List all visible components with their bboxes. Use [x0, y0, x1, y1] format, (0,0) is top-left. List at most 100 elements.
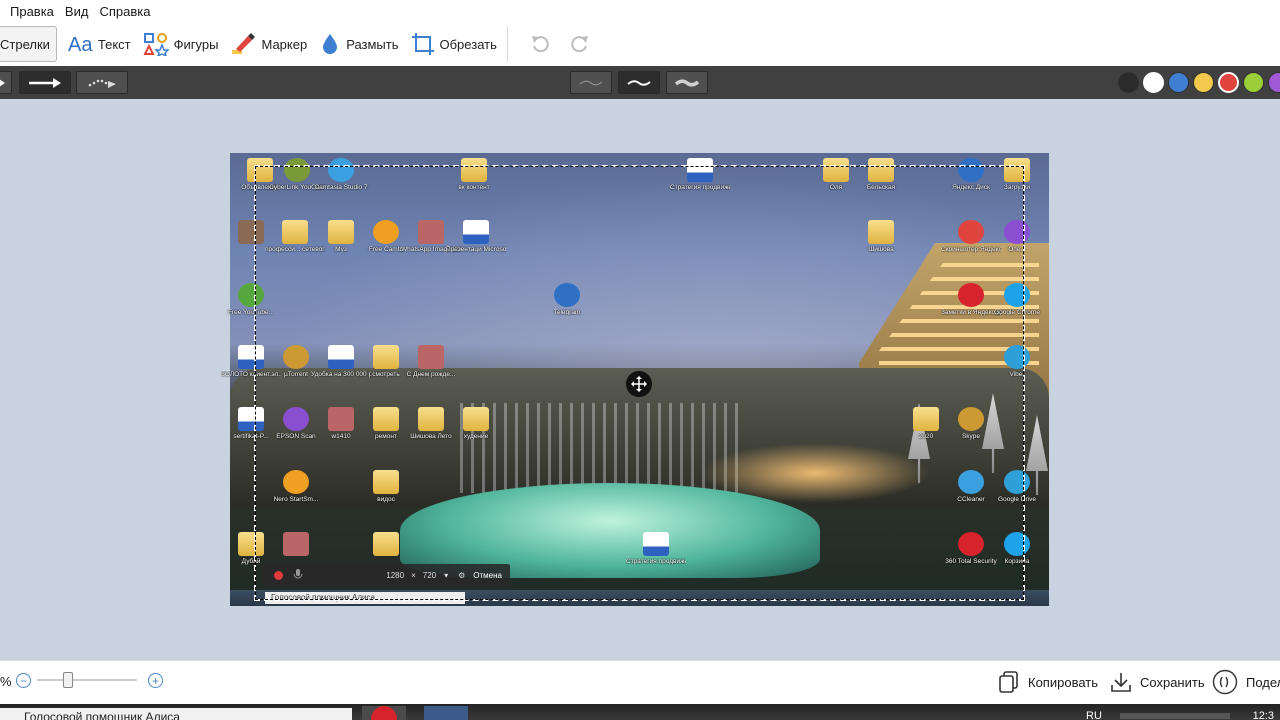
tool-marker[interactable]: Маркер: [224, 26, 313, 62]
arrow-style-straight[interactable]: [19, 71, 71, 94]
dotted-arrow-icon: [88, 79, 116, 88]
desktop-icon[interactable]: Бельская: [851, 158, 911, 191]
blur-drop-icon: [323, 34, 338, 54]
recorder-width[interactable]: 1280: [386, 571, 404, 580]
folder-icon: [418, 407, 444, 431]
menu-bar: Правка Вид Справка: [0, 0, 1280, 22]
zoom-slider-track[interactable]: [37, 679, 137, 681]
system-tray[interactable]: [1120, 713, 1230, 719]
wave-medium-icon: [627, 79, 651, 86]
taskbar-app-yandex[interactable]: [362, 706, 406, 720]
gear-icon[interactable]: ⚙: [458, 571, 465, 580]
wave-thick-icon: [674, 79, 700, 86]
desktop-icon-label: Стратегия продвиже...: [626, 558, 686, 565]
desktop-icon[interactable]: [356, 532, 416, 558]
os-search-box[interactable]: Голосовой помощник Алиса: [0, 708, 352, 720]
color-yellow[interactable]: [1193, 72, 1214, 93]
stroke-thick[interactable]: [666, 71, 708, 94]
desktop-icon[interactable]: вк контент: [444, 158, 504, 191]
os-clock[interactable]: 12:3: [1253, 710, 1274, 720]
desktop-icon[interactable]: Nero StartSm...: [266, 470, 326, 503]
color-white[interactable]: [1143, 72, 1164, 93]
os-taskbar: Голосовой помощник Алиса RU 12:3: [0, 704, 1280, 720]
arrow-style-dotted[interactable]: [76, 71, 128, 94]
tool-arrows-label: Стрелки: [0, 36, 50, 52]
desktop-icon[interactable]: Skype: [941, 407, 1001, 440]
recorder-panel: 1280 × 720 ▾ ⚙ Отмена: [262, 564, 510, 586]
share-button[interactable]: Подел: [1212, 669, 1280, 695]
zoom-in-button[interactable]: +: [148, 673, 163, 688]
zoom-out-button[interactable]: −: [16, 673, 31, 688]
folder-icon: [328, 220, 354, 244]
share-label: Подел: [1246, 674, 1280, 690]
app-icon: [283, 470, 309, 494]
color-red[interactable]: [1218, 72, 1239, 93]
image-icon: [328, 407, 354, 431]
folder-icon: [868, 220, 894, 244]
desktop-icon[interactable]: Шишова: [851, 220, 911, 253]
move-handle[interactable]: [626, 371, 652, 397]
desktop-icon[interactable]: С Днем рожде...: [401, 345, 461, 378]
photo-icon: [238, 220, 264, 244]
desktop-icon-label: Google Drive: [998, 496, 1036, 503]
menu-view[interactable]: Вид: [60, 4, 94, 19]
app-icon: [284, 158, 310, 182]
status-bar: % − + Копировать Сохранить Подел: [0, 660, 1280, 704]
captured-taskbar-search: Голосовой помощник Алиса: [265, 592, 465, 604]
desktop-icon[interactable]: Telegram: [537, 283, 597, 316]
zoom-slider-thumb[interactable]: [63, 672, 73, 688]
desktop-icon[interactable]: Стратегия продвиже...: [626, 532, 686, 565]
app-icon: [1004, 283, 1030, 307]
color-blue[interactable]: [1168, 72, 1189, 93]
record-icon[interactable]: [274, 570, 283, 580]
desktop-icon[interactable]: Free YouTube...: [221, 283, 281, 316]
tool-arrows[interactable]: Стрелки: [0, 26, 57, 62]
copy-button[interactable]: Копировать: [998, 670, 1098, 694]
folder-icon: [373, 407, 399, 431]
app-icon: [373, 220, 399, 244]
tool-blur[interactable]: Размыть: [313, 26, 404, 62]
desktop-icon[interactable]: Viber: [987, 345, 1047, 378]
desktop-icon-label: Skype: [961, 433, 981, 440]
app-icon: [1004, 345, 1030, 369]
taskbar-app-screenshot[interactable]: [424, 706, 468, 720]
doc-icon: [643, 532, 669, 556]
desktop-icon[interactable]: Презентаци Microsoft P...: [446, 220, 506, 253]
stroke-thin[interactable]: [570, 71, 612, 94]
desktop-icon[interactable]: видос: [356, 470, 416, 503]
stroke-medium[interactable]: [618, 71, 660, 94]
save-button[interactable]: Сохранить: [1110, 670, 1205, 694]
desktop-icon[interactable]: Загрузки: [987, 158, 1047, 191]
desktop-icon[interactable]: худение: [446, 407, 506, 440]
tool-text[interactable]: Aa Текст: [61, 26, 137, 62]
os-language[interactable]: RU: [1086, 710, 1102, 720]
menu-edit[interactable]: Правка: [0, 4, 59, 19]
desktop-icon[interactable]: Google Drive: [987, 470, 1047, 503]
desktop-icon[interactable]: Стратегия продвиже...: [670, 158, 730, 191]
color-black[interactable]: [1118, 72, 1139, 93]
app-icon: [328, 158, 354, 182]
tool-shapes[interactable]: Фигуры: [137, 26, 225, 62]
chevron-down-icon[interactable]: ▾: [444, 571, 448, 580]
desktop-icon-label: Бельская: [866, 184, 896, 191]
desktop-icon[interactable]: Корзина: [987, 532, 1047, 565]
desktop-icon[interactable]: Опе...: [987, 220, 1047, 253]
desktop-icon[interactable]: [266, 532, 326, 558]
undo-button[interactable]: [529, 33, 551, 55]
desktop-icon[interactable]: Google Chrome: [987, 283, 1047, 316]
desktop-icon-label: Шишова: [868, 246, 894, 253]
desktop-icon-label: Загрузки: [1003, 184, 1031, 191]
recorder-height[interactable]: 720: [423, 571, 436, 580]
microphone-icon[interactable]: [293, 569, 303, 581]
app-icon: [958, 158, 984, 182]
menu-help[interactable]: Справка: [94, 4, 155, 19]
color-green[interactable]: [1243, 72, 1264, 93]
options-bar: [0, 66, 1280, 99]
app-icon: [238, 283, 264, 307]
app-icon: [958, 283, 984, 307]
desktop-icon[interactable]: Camtasia Studio 7: [311, 158, 371, 191]
recorder-cancel[interactable]: Отмена: [473, 571, 502, 580]
redo-button[interactable]: [569, 33, 591, 55]
tool-crop[interactable]: Обрезать: [405, 26, 503, 62]
arrow-style-partial[interactable]: [0, 71, 12, 94]
